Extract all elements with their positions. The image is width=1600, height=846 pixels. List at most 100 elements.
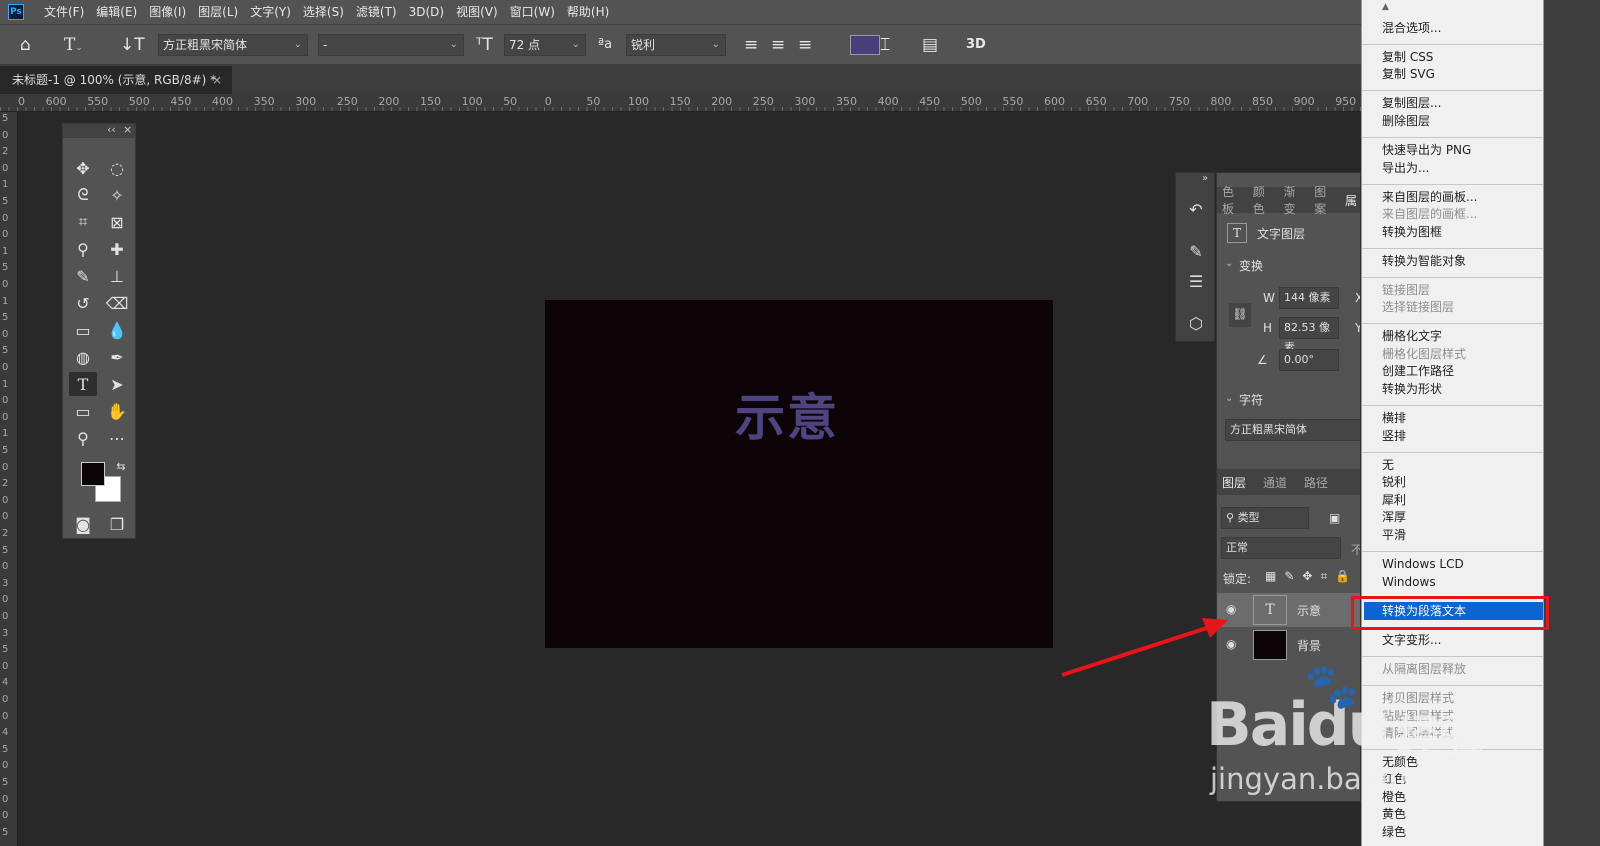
- font-family-select[interactable]: 方正粗黑宋简体 ⌄: [158, 34, 308, 56]
- expand-icon[interactable]: »: [1202, 173, 1208, 184]
- menu-window[interactable]: 窗口(W): [504, 0, 561, 24]
- menu-item-delete-layer[interactable]: 删除图层: [1382, 113, 1430, 130]
- marquee-tool-icon[interactable]: ◌: [103, 156, 131, 180]
- history-brush-tool-icon[interactable]: ↺: [69, 291, 97, 315]
- width-input[interactable]: 144 像素: [1279, 287, 1339, 309]
- menu-image[interactable]: 图像(I): [143, 0, 192, 24]
- screen-mode-icon[interactable]: ❐: [103, 512, 131, 536]
- menu-edit[interactable]: 编辑(E): [90, 0, 143, 24]
- zoom-tool-icon[interactable]: ⚲: [69, 426, 97, 450]
- tab-properties[interactable]: 属: [1340, 192, 1360, 209]
- warp-text-icon[interactable]: ⌶: [880, 34, 890, 56]
- menu-item-windows-lcd[interactable]: Windows LCD: [1382, 556, 1464, 573]
- menu-item-windows[interactable]: Windows: [1382, 574, 1436, 591]
- menu-layer[interactable]: 图层(L): [192, 0, 244, 24]
- menu-file[interactable]: 文件(F): [38, 0, 90, 24]
- collapse-icon[interactable]: ‹‹: [107, 123, 116, 136]
- tab-channels[interactable]: 通道: [1251, 474, 1292, 491]
- chevron-down-icon[interactable]: ⌄: [1225, 393, 1233, 404]
- eye-icon[interactable]: ◉: [1226, 637, 1236, 651]
- brush-tool-icon[interactable]: ✎: [69, 264, 97, 288]
- quick-mask-icon[interactable]: ◙: [69, 512, 97, 536]
- menu-item-yellow[interactable]: 黄色: [1382, 806, 1406, 823]
- menu-item-antialias-none[interactable]: 无: [1382, 457, 1394, 474]
- history-panel-icon[interactable]: ↶: [1184, 197, 1208, 221]
- swap-colors-icon[interactable]: ⇆: [107, 454, 135, 478]
- move-tool-icon[interactable]: ✥: [69, 156, 97, 180]
- dodge-tool-icon[interactable]: ◍: [69, 345, 97, 369]
- healing-brush-tool-icon[interactable]: ✚: [103, 237, 131, 261]
- menu-filter[interactable]: 滤镜(T): [350, 0, 403, 24]
- type-tool-preset-icon[interactable]: T⌄: [64, 34, 83, 56]
- 3d-panel-icon[interactable]: ⬡: [1184, 311, 1208, 335]
- scroll-up-icon[interactable]: ▲: [1382, 2, 1389, 12]
- foreground-color-swatch[interactable]: [81, 462, 105, 486]
- document-tab[interactable]: 未标题-1 @ 100% (示意, RGB/8#) * ×: [0, 66, 232, 94]
- menu-item-warp-text[interactable]: 文字变形...: [1382, 632, 1441, 649]
- lock-icons[interactable]: ▦✎✥⌗🔒: [1265, 569, 1358, 584]
- more-tools-icon[interactable]: ⋯: [103, 426, 131, 450]
- menu-item-create-work-path[interactable]: 创建工作路径: [1382, 363, 1454, 380]
- angle-input[interactable]: 0.00°: [1279, 349, 1339, 371]
- layer-filter-select[interactable]: ⚲ 类型: [1221, 507, 1309, 529]
- link-dimensions-icon[interactable]: ⛓: [1229, 303, 1251, 327]
- font-style-select[interactable]: - ⌄: [318, 34, 464, 56]
- menu-item-copy-svg[interactable]: 复制 SVG: [1382, 66, 1435, 83]
- magic-wand-tool-icon[interactable]: ✧: [103, 183, 131, 207]
- tools-panel-header[interactable]: ‹‹ ×: [63, 123, 135, 138]
- rectangle-tool-icon[interactable]: ▭: [69, 399, 97, 423]
- align-right-icon[interactable]: ≡: [798, 34, 812, 56]
- menu-item-artboard-from-layers[interactable]: 来自图层的画板...: [1382, 189, 1477, 206]
- menu-item-vertical[interactable]: 竖排: [1382, 428, 1406, 445]
- canvas-text-layer[interactable]: 示意: [735, 378, 839, 450]
- menu-item-export-as[interactable]: 导出为...: [1382, 160, 1429, 177]
- tab-gradients[interactable]: 渐变: [1279, 183, 1310, 217]
- font-size-select[interactable]: 72 点 ⌄: [504, 34, 586, 56]
- type-tool-icon[interactable]: T: [69, 372, 97, 396]
- layer-row[interactable]: ◉ 背景: [1217, 628, 1360, 662]
- menu-item-horizontal[interactable]: 横排: [1382, 410, 1406, 427]
- align-left-icon[interactable]: ≡: [744, 34, 758, 56]
- character-panel-icon[interactable]: ▤: [922, 34, 938, 56]
- menu-item-rasterize-type[interactable]: 栅格化文字: [1382, 328, 1442, 345]
- layer-row[interactable]: ◉ T 示意: [1217, 593, 1360, 627]
- lasso-tool-icon[interactable]: ᘓ: [69, 183, 97, 207]
- eyedropper-tool-icon[interactable]: ⚲: [69, 237, 97, 261]
- document-canvas[interactable]: 示意: [545, 300, 1053, 648]
- menu-type[interactable]: 文字(Y): [244, 0, 297, 24]
- menu-item-antialias-smooth[interactable]: 平滑: [1382, 527, 1406, 544]
- menu-view[interactable]: 视图(V): [450, 0, 504, 24]
- eraser-tool-icon[interactable]: ⌫: [103, 291, 131, 315]
- blend-mode-select[interactable]: 正常: [1221, 537, 1341, 559]
- tab-color[interactable]: 颜色: [1248, 183, 1279, 217]
- menu-item-duplicate-layer[interactable]: 复制图层...: [1382, 95, 1441, 112]
- tab-swatches[interactable]: 色板: [1217, 183, 1248, 217]
- stamp-tool-icon[interactable]: ⊥: [103, 264, 131, 288]
- menu-item-convert-to-smart-object[interactable]: 转换为智能对象: [1382, 253, 1466, 270]
- menu-item-convert-to-shape[interactable]: 转换为形状: [1382, 381, 1442, 398]
- menu-item-convert-to-frame[interactable]: 转换为图框: [1382, 224, 1442, 241]
- height-input[interactable]: 82.53 像素: [1279, 317, 1339, 354]
- hand-tool-icon[interactable]: ✋: [103, 399, 131, 423]
- frame-tool-icon[interactable]: ⊠: [103, 210, 131, 234]
- brush-settings-icon[interactable]: ✎: [1184, 239, 1208, 263]
- path-selection-tool-icon[interactable]: ➤: [103, 372, 131, 396]
- menu-item-antialias-sharp[interactable]: 锐利: [1382, 474, 1406, 491]
- 3d-button[interactable]: 3D: [966, 34, 986, 56]
- menu-item-quick-export-png[interactable]: 快速导出为 PNG: [1382, 142, 1471, 159]
- gradient-tool-icon[interactable]: ▭: [69, 318, 97, 342]
- blur-tool-icon[interactable]: 💧: [103, 318, 131, 342]
- chevron-down-icon[interactable]: ⌄: [1225, 258, 1233, 269]
- antialias-select[interactable]: 锐利 ⌄: [626, 34, 726, 56]
- align-center-icon[interactable]: ≡: [771, 34, 785, 56]
- adjustments-icon[interactable]: ☰: [1184, 269, 1208, 293]
- close-icon[interactable]: ×: [123, 123, 132, 136]
- menu-select[interactable]: 选择(S): [297, 0, 350, 24]
- eye-icon[interactable]: ◉: [1226, 602, 1236, 616]
- tab-layers[interactable]: 图层: [1217, 474, 1251, 491]
- character-font-input[interactable]: 方正粗黑宋简体: [1225, 419, 1360, 441]
- menu-help[interactable]: 帮助(H): [561, 0, 615, 24]
- menu-item-antialias-crisp[interactable]: 犀利: [1382, 492, 1406, 509]
- pen-tool-icon[interactable]: ✒: [103, 345, 131, 369]
- home-icon[interactable]: ⌂: [20, 34, 31, 56]
